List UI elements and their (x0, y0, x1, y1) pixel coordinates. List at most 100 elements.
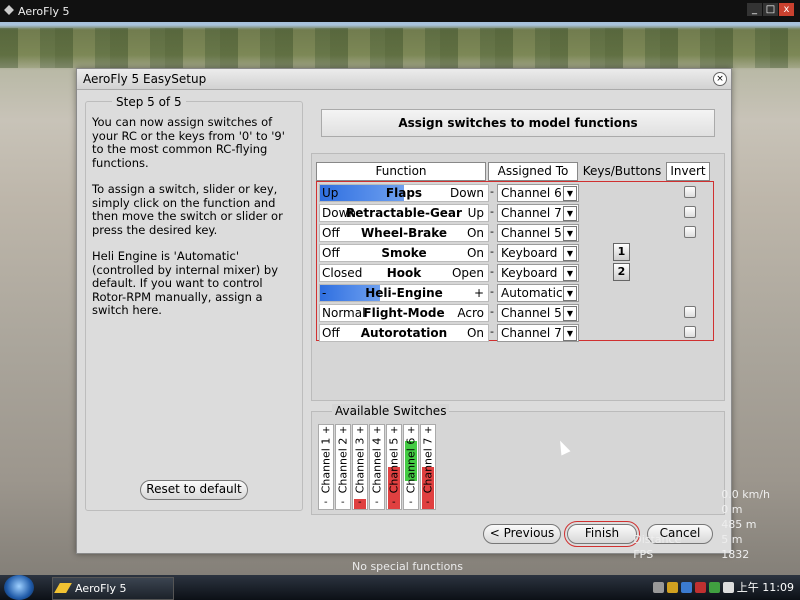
function-table: Function Assigned To Keys/Buttons Invert… (311, 153, 725, 401)
stat-height: 485 m (721, 518, 757, 531)
assigned-to-select[interactable]: Channel 5 ▼ (497, 304, 579, 322)
channel-strip: + Channel 1- (318, 424, 334, 510)
app-title: AeroFly 5 (18, 4, 70, 18)
dropdown-arrow-icon[interactable]: ▼ (563, 246, 577, 261)
assigned-to-value: Keyboard (501, 246, 558, 260)
function-high-label: Open (451, 266, 484, 280)
flight-stats: 0.0 km/h 0 m 485 m Distance 5 m FPS 1832 (633, 488, 770, 563)
function-row: Up Flaps Down - Channel 6 ▼ (317, 182, 713, 202)
app-title-bar: AeroFly 5 _ □ x (0, 0, 800, 22)
easysetup-dialog: AeroFly 5 EasySetup × Step 5 of 5 You ca… (76, 68, 732, 554)
available-switches-title: Available Switches (332, 404, 450, 418)
assigned-to-select[interactable]: Keyboard ▼ (497, 244, 579, 262)
dropdown-arrow-icon[interactable]: ▼ (563, 206, 577, 221)
key-button[interactable]: 2 (613, 263, 630, 281)
dialog-close-icon[interactable]: × (713, 72, 727, 86)
function-row: Off Autorotation On - Channel 7 ▼ (317, 322, 713, 342)
function-slider[interactable]: Up Flaps Down (319, 184, 489, 202)
function-name: Smoke (381, 246, 427, 260)
dropdown-arrow-icon[interactable]: ▼ (563, 306, 577, 321)
start-button[interactable] (4, 575, 34, 600)
function-slider[interactable]: Off Smoke On (319, 244, 489, 262)
tray-warning-icon[interactable] (666, 581, 678, 593)
assigned-to-value: Automatic (501, 286, 563, 300)
function-name: Autorotation (360, 326, 448, 340)
dropdown-arrow-icon[interactable]: ▼ (563, 286, 577, 301)
dropdown-arrow-icon[interactable]: ▼ (563, 266, 577, 281)
assigned-to-select[interactable]: Channel 6 ▼ (497, 184, 579, 202)
function-high-label: On (466, 326, 484, 340)
assigned-to-value: Channel 7 (501, 206, 562, 220)
key-button[interactable]: 1 (613, 243, 630, 261)
maximize-button[interactable]: □ (763, 3, 778, 16)
invert-checkbox[interactable] (684, 226, 696, 238)
channel-strip: + Channel 3- (352, 424, 368, 510)
system-tray: 上午 11:09 (652, 579, 794, 595)
channel-minus-sign: - (375, 497, 379, 508)
function-high-label: + (473, 286, 484, 300)
separator-dash: - (490, 245, 494, 258)
assigned-to-value: Channel 6 (501, 186, 562, 200)
description-paragraph: Heli Engine is 'Automatic' (controlled b… (92, 249, 279, 317)
function-row: Off Wheel-Brake On - Channel 5 ▼ (317, 222, 713, 242)
invert-checkbox[interactable] (684, 206, 696, 218)
aerofly-logo-icon (4, 5, 14, 15)
tray-bluetooth-icon[interactable] (680, 581, 692, 593)
fps-value: 1832 (721, 548, 750, 561)
function-slider[interactable]: Closed Hook Open (319, 264, 489, 282)
invert-column-header: Invert (666, 162, 710, 181)
function-row: - Heli-Engine + - Automatic ▼ (317, 282, 713, 302)
channel-label: Channel 7 (421, 437, 435, 494)
clock[interactable]: 上午 11:09 (737, 579, 794, 595)
dropdown-arrow-icon[interactable]: ▼ (563, 226, 577, 241)
separator-dash: - (490, 185, 494, 198)
assign-switches-header: Assign switches to model functions (321, 109, 715, 137)
channel-minus-sign: - (341, 497, 345, 508)
channel-minus-sign: - (324, 497, 328, 508)
assigned-to-select[interactable]: Channel 7 ▼ (497, 324, 579, 342)
separator-dash: - (490, 305, 494, 318)
distance-label: Distance (633, 533, 682, 546)
tray-chevron-icon[interactable] (652, 581, 664, 593)
assigned-to-value: Keyboard (501, 266, 558, 280)
channel-strip: + Channel 2- (335, 424, 351, 510)
invert-checkbox[interactable] (684, 186, 696, 198)
dropdown-arrow-icon[interactable]: ▼ (563, 326, 577, 341)
previous-button[interactable]: < Previous (483, 524, 561, 544)
assigned-to-select[interactable]: Automatic ▼ (497, 284, 579, 302)
description-paragraph: You can now assign switches of your RC o… (92, 115, 285, 170)
function-slider[interactable]: Off Wheel-Brake On (319, 224, 489, 242)
reset-to-default-button[interactable]: Reset to default (140, 480, 248, 500)
close-window-button[interactable]: x (779, 3, 794, 16)
function-slider[interactable]: - Heli-Engine + (319, 284, 489, 302)
assigned-to-select[interactable]: Channel 5 ▼ (497, 224, 579, 242)
dialog-title: AeroFly 5 EasySetup (83, 72, 207, 86)
dropdown-arrow-icon[interactable]: ▼ (563, 186, 577, 201)
tray-volume-icon[interactable] (722, 581, 734, 593)
invert-checkbox[interactable] (684, 326, 696, 338)
assigned-to-select[interactable]: Channel 7 ▼ (497, 204, 579, 222)
taskbar: AeroFly 5 上午 11:09 (0, 575, 800, 600)
aerofly-taskbar-icon (54, 583, 72, 593)
taskbar-item-aerofly[interactable]: AeroFly 5 (52, 577, 174, 600)
assigned-column-header: Assigned To (488, 162, 578, 181)
channel-strip: + Channel 6- (403, 424, 419, 510)
dialog-title-bar: AeroFly 5 EasySetup × (77, 69, 731, 90)
separator-dash: - (490, 325, 494, 338)
tray-app-icon[interactable] (694, 581, 706, 593)
stat-fps: FPS 1832 (633, 548, 770, 563)
minimize-button[interactable]: _ (747, 3, 762, 16)
channel-strip: + Channel 5- (386, 424, 402, 510)
function-name: Wheel-Brake (360, 226, 448, 240)
invert-checkbox[interactable] (684, 306, 696, 318)
finish-button[interactable]: Finish (564, 521, 640, 547)
function-row: Normal Flight-Mode Acro - Channel 5 ▼ (317, 302, 713, 322)
function-slider[interactable]: Off Autorotation On (319, 324, 489, 342)
channel-minus-sign: - (409, 497, 413, 508)
function-slider[interactable]: Down Retractable-Gear Up (319, 204, 489, 222)
function-slider[interactable]: Normal Flight-Mode Acro (319, 304, 489, 322)
channel-label: Channel 4 (370, 437, 384, 494)
tray-network-icon[interactable] (708, 581, 720, 593)
step-panel: Step 5 of 5 You can now assign switches … (85, 95, 303, 511)
assigned-to-select[interactable]: Keyboard ▼ (497, 264, 579, 282)
